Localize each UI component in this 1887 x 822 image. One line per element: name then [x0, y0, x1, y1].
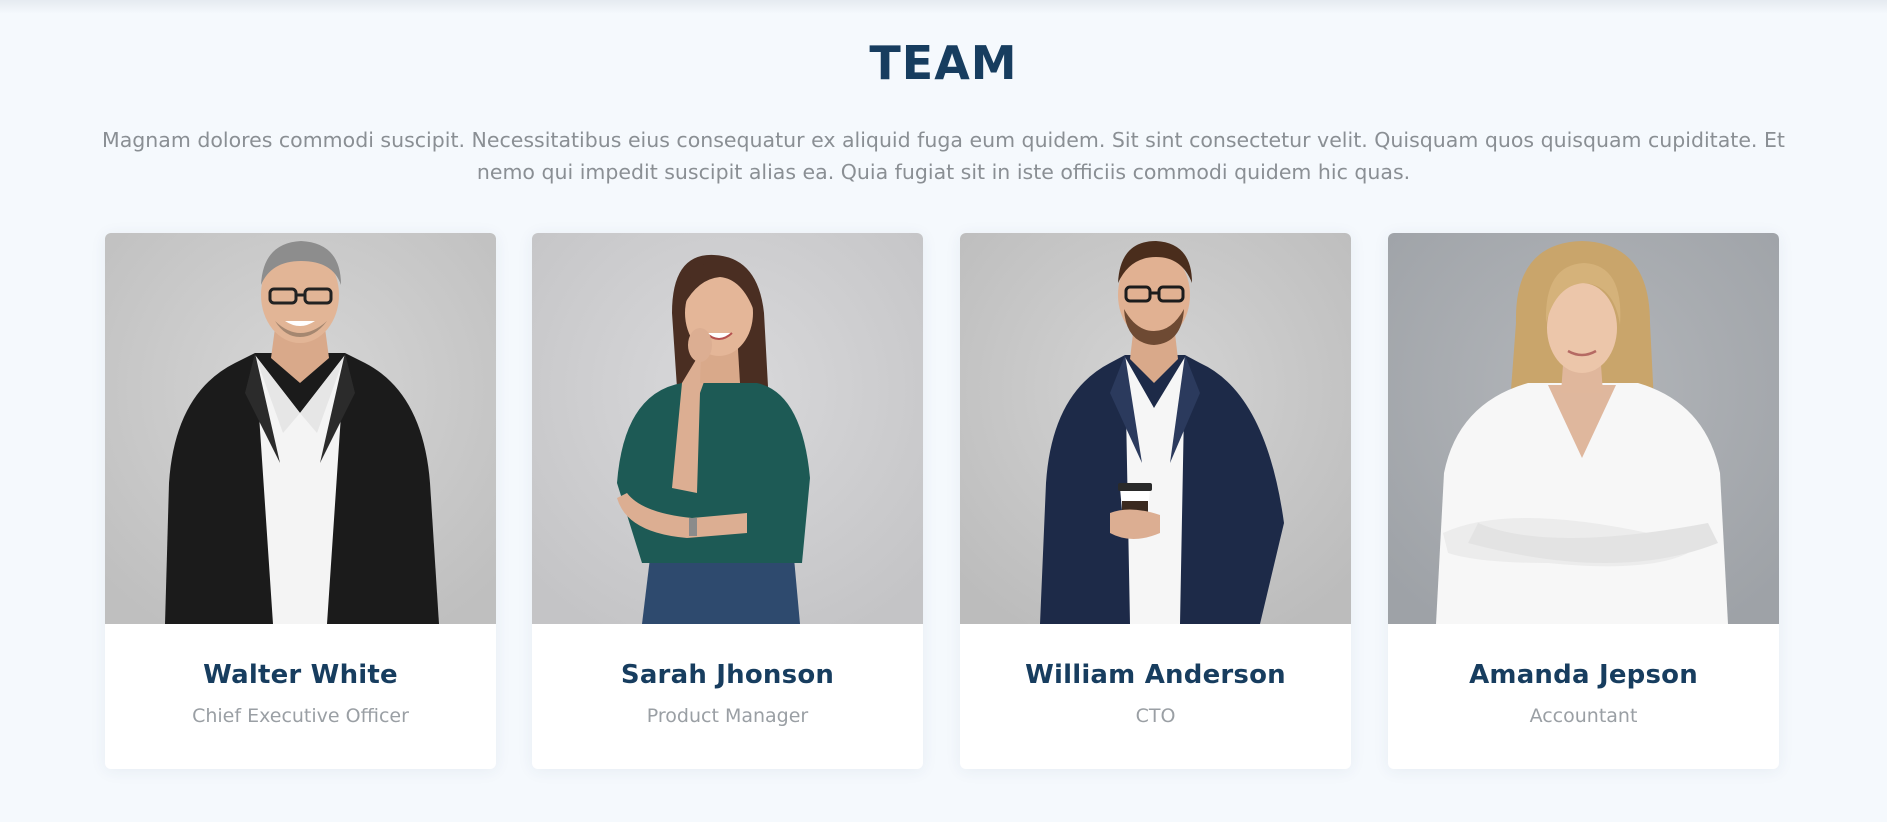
- team-member-name: Amanda Jepson: [1469, 660, 1698, 690]
- team-grid: Walter White Chief Executive Officer Sar…: [105, 233, 1779, 769]
- team-member-photo: [960, 233, 1351, 624]
- team-member-name: William Anderson: [1025, 660, 1286, 690]
- team-member-photo: [105, 233, 496, 624]
- section-description: Magnam dolores commodi suscipit. Necessi…: [102, 128, 1785, 184]
- team-member-name: Sarah Jhonson: [620, 660, 835, 690]
- team-member-photo: [1388, 233, 1779, 624]
- team-member-name: Walter White: [203, 660, 398, 690]
- team-section: TEAM Magnam dolores commodi suscipit. Ne…: [0, 0, 1887, 822]
- team-member-photo: [532, 233, 923, 624]
- team-member-card: Walter White Chief Executive Officer: [105, 233, 496, 769]
- team-member-role: Chief Executive Officer: [192, 705, 409, 727]
- team-member-role: Accountant: [1529, 705, 1638, 727]
- team-member-role: CTO: [1135, 705, 1176, 727]
- team-member-role: Product Manager: [646, 705, 809, 727]
- team-member-card: William Anderson CTO: [960, 233, 1351, 769]
- team-member-card: Amanda Jepson Accountant: [1388, 233, 1779, 769]
- team-member-card: Sarah Jhonson Product Manager: [532, 233, 923, 769]
- section-title: TEAM: [869, 36, 1018, 90]
